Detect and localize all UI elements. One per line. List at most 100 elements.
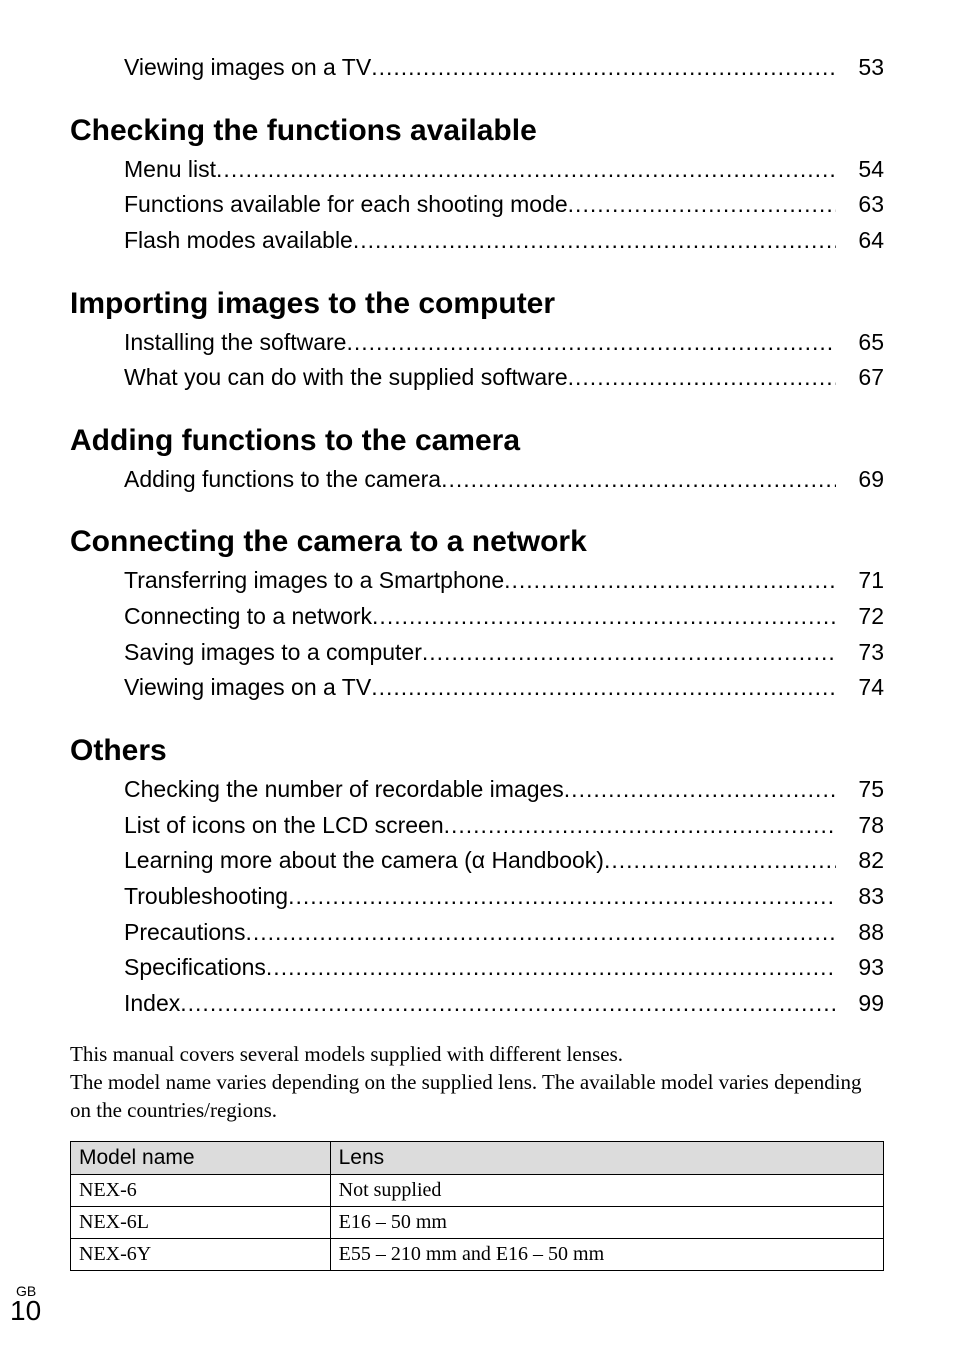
page-footer: GB 10 bbox=[70, 1277, 884, 1327]
toc-entry-page: 53 bbox=[836, 50, 884, 86]
toc-entry[interactable]: Viewing images on a TV 53 bbox=[124, 50, 884, 86]
section-heading: Importing images to the computer bbox=[70, 287, 884, 321]
toc-entry-page: 54 bbox=[836, 152, 884, 188]
toc-leader bbox=[245, 915, 836, 951]
th-lens: Lens bbox=[330, 1141, 883, 1174]
toc-entry[interactable]: Index 99 bbox=[124, 986, 884, 1022]
toc-section-others: Others Checking the number of recordable… bbox=[70, 734, 884, 1021]
cell-model: NEX-6 bbox=[71, 1174, 331, 1206]
toc-section-checking: Checking the functions available Menu li… bbox=[70, 114, 884, 259]
toc-entry[interactable]: Troubleshooting 83 bbox=[124, 879, 884, 915]
toc-leader bbox=[371, 50, 836, 86]
toc-entry[interactable]: Installing the software 65 bbox=[124, 325, 884, 361]
toc-entry[interactable]: Saving images to a computer 73 bbox=[124, 635, 884, 671]
toc-entry-label: Flash modes available bbox=[124, 223, 353, 259]
toc-entry-page: 71 bbox=[836, 563, 884, 599]
model-lens-table: Model name Lens NEX-6 Not supplied NEX-6… bbox=[70, 1141, 884, 1271]
toc-entry-page: 83 bbox=[836, 879, 884, 915]
toc-entry-page: 72 bbox=[836, 599, 884, 635]
cell-model: NEX-6Y bbox=[71, 1238, 331, 1270]
toc-section-adding: Adding functions to the camera Adding fu… bbox=[70, 424, 884, 498]
toc-leader bbox=[266, 950, 836, 986]
toc-entry-label: List of icons on the LCD screen bbox=[124, 808, 444, 844]
toc-leader bbox=[288, 879, 836, 915]
section-heading: Connecting the camera to a network bbox=[70, 525, 884, 559]
toc-leader bbox=[504, 563, 836, 599]
toc-leader bbox=[180, 986, 836, 1022]
toc-entry-page: 65 bbox=[836, 325, 884, 361]
toc-entry[interactable]: Functions available for each shooting mo… bbox=[124, 187, 884, 223]
toc-list: Checking the number of recordable images… bbox=[70, 772, 884, 1021]
toc-entry-label: Menu list bbox=[124, 152, 216, 188]
toc-leader bbox=[441, 462, 836, 498]
toc-section-importing: Importing images to the computer Install… bbox=[70, 287, 884, 396]
toc-entry[interactable]: Precautions 88 bbox=[124, 915, 884, 951]
toc-leader bbox=[564, 772, 836, 808]
toc-top-list: Viewing images on a TV 53 bbox=[70, 50, 884, 86]
cell-lens: E55 – 210 mm and E16 – 50 mm bbox=[330, 1238, 883, 1270]
toc-entry-page: 64 bbox=[836, 223, 884, 259]
toc-entry[interactable]: List of icons on the LCD screen 78 bbox=[124, 808, 884, 844]
note-line-1: This manual covers several models suppli… bbox=[70, 1040, 884, 1068]
toc-leader bbox=[604, 843, 836, 879]
section-heading: Adding functions to the camera bbox=[70, 424, 884, 458]
toc-entry-page: 69 bbox=[836, 462, 884, 498]
toc-entry-label: Viewing images on a TV bbox=[124, 50, 371, 86]
table-row: NEX-6L E16 – 50 mm bbox=[71, 1206, 884, 1238]
toc-entry-label: Precautions bbox=[124, 915, 245, 951]
toc-entry[interactable]: Checking the number of recordable images… bbox=[124, 772, 884, 808]
toc-leader bbox=[346, 325, 836, 361]
toc-entry-label: Adding functions to the camera bbox=[124, 462, 441, 498]
cell-model: NEX-6L bbox=[71, 1206, 331, 1238]
toc-entry-page: 63 bbox=[836, 187, 884, 223]
toc-entry[interactable]: What you can do with the supplied softwa… bbox=[124, 360, 884, 396]
toc-entry-label: What you can do with the supplied softwa… bbox=[124, 360, 568, 396]
toc-leader bbox=[568, 187, 836, 223]
toc-entry-label: Transferring images to a Smartphone bbox=[124, 563, 504, 599]
toc-entry-page: 93 bbox=[836, 950, 884, 986]
footer-page-number: 10 bbox=[10, 1295, 41, 1327]
toc-entry-label: Viewing images on a TV bbox=[124, 670, 371, 706]
toc-entry-label: Specifications bbox=[124, 950, 266, 986]
table-header-row: Model name Lens bbox=[71, 1141, 884, 1174]
toc-entry-page: 74 bbox=[836, 670, 884, 706]
toc-section-connecting: Connecting the camera to a network Trans… bbox=[70, 525, 884, 706]
toc-entry[interactable]: Menu list 54 bbox=[124, 152, 884, 188]
toc-entry[interactable]: Adding functions to the camera 69 bbox=[124, 462, 884, 498]
toc-list: Installing the software 65 What you can … bbox=[70, 325, 884, 396]
toc-entry-label: Checking the number of recordable images bbox=[124, 772, 564, 808]
table-row: NEX-6 Not supplied bbox=[71, 1174, 884, 1206]
table-row: NEX-6Y E55 – 210 mm and E16 – 50 mm bbox=[71, 1238, 884, 1270]
cell-lens: E16 – 50 mm bbox=[330, 1206, 883, 1238]
toc-entry-label: Installing the software bbox=[124, 325, 346, 361]
model-note: This manual covers several models suppli… bbox=[70, 1040, 884, 1125]
cell-lens: Not supplied bbox=[330, 1174, 883, 1206]
toc-entry-page: 67 bbox=[836, 360, 884, 396]
toc-leader bbox=[371, 670, 836, 706]
toc-entry-label: Connecting to a network bbox=[124, 599, 372, 635]
section-heading: Others bbox=[70, 734, 884, 768]
toc-leader bbox=[353, 223, 836, 259]
toc-entry-page: 78 bbox=[836, 808, 884, 844]
toc-entry-label: Saving images to a computer bbox=[124, 635, 422, 671]
toc-list: Transferring images to a Smartphone 71 C… bbox=[70, 563, 884, 706]
toc-entry[interactable]: Specifications 93 bbox=[124, 950, 884, 986]
toc-entry-label: Index bbox=[124, 986, 180, 1022]
toc-leader bbox=[444, 808, 836, 844]
toc-entry-label: Learning more about the camera (α Handbo… bbox=[124, 843, 604, 879]
toc-entry[interactable]: Viewing images on a TV 74 bbox=[124, 670, 884, 706]
toc-entry-label: Troubleshooting bbox=[124, 879, 288, 915]
toc-entry[interactable]: Learning more about the camera (α Handbo… bbox=[124, 843, 884, 879]
toc-leader bbox=[216, 152, 836, 188]
toc-leader bbox=[422, 635, 836, 671]
toc-entry[interactable]: Transferring images to a Smartphone 71 bbox=[124, 563, 884, 599]
toc-entry-page: 88 bbox=[836, 915, 884, 951]
toc-entry[interactable]: Connecting to a network 72 bbox=[124, 599, 884, 635]
toc-entry-page: 73 bbox=[836, 635, 884, 671]
section-heading: Checking the functions available bbox=[70, 114, 884, 148]
toc-leader bbox=[372, 599, 836, 635]
toc-list: Adding functions to the camera 69 bbox=[70, 462, 884, 498]
toc-entry-label: Functions available for each shooting mo… bbox=[124, 187, 568, 223]
toc-entry-page: 75 bbox=[836, 772, 884, 808]
toc-entry[interactable]: Flash modes available 64 bbox=[124, 223, 884, 259]
